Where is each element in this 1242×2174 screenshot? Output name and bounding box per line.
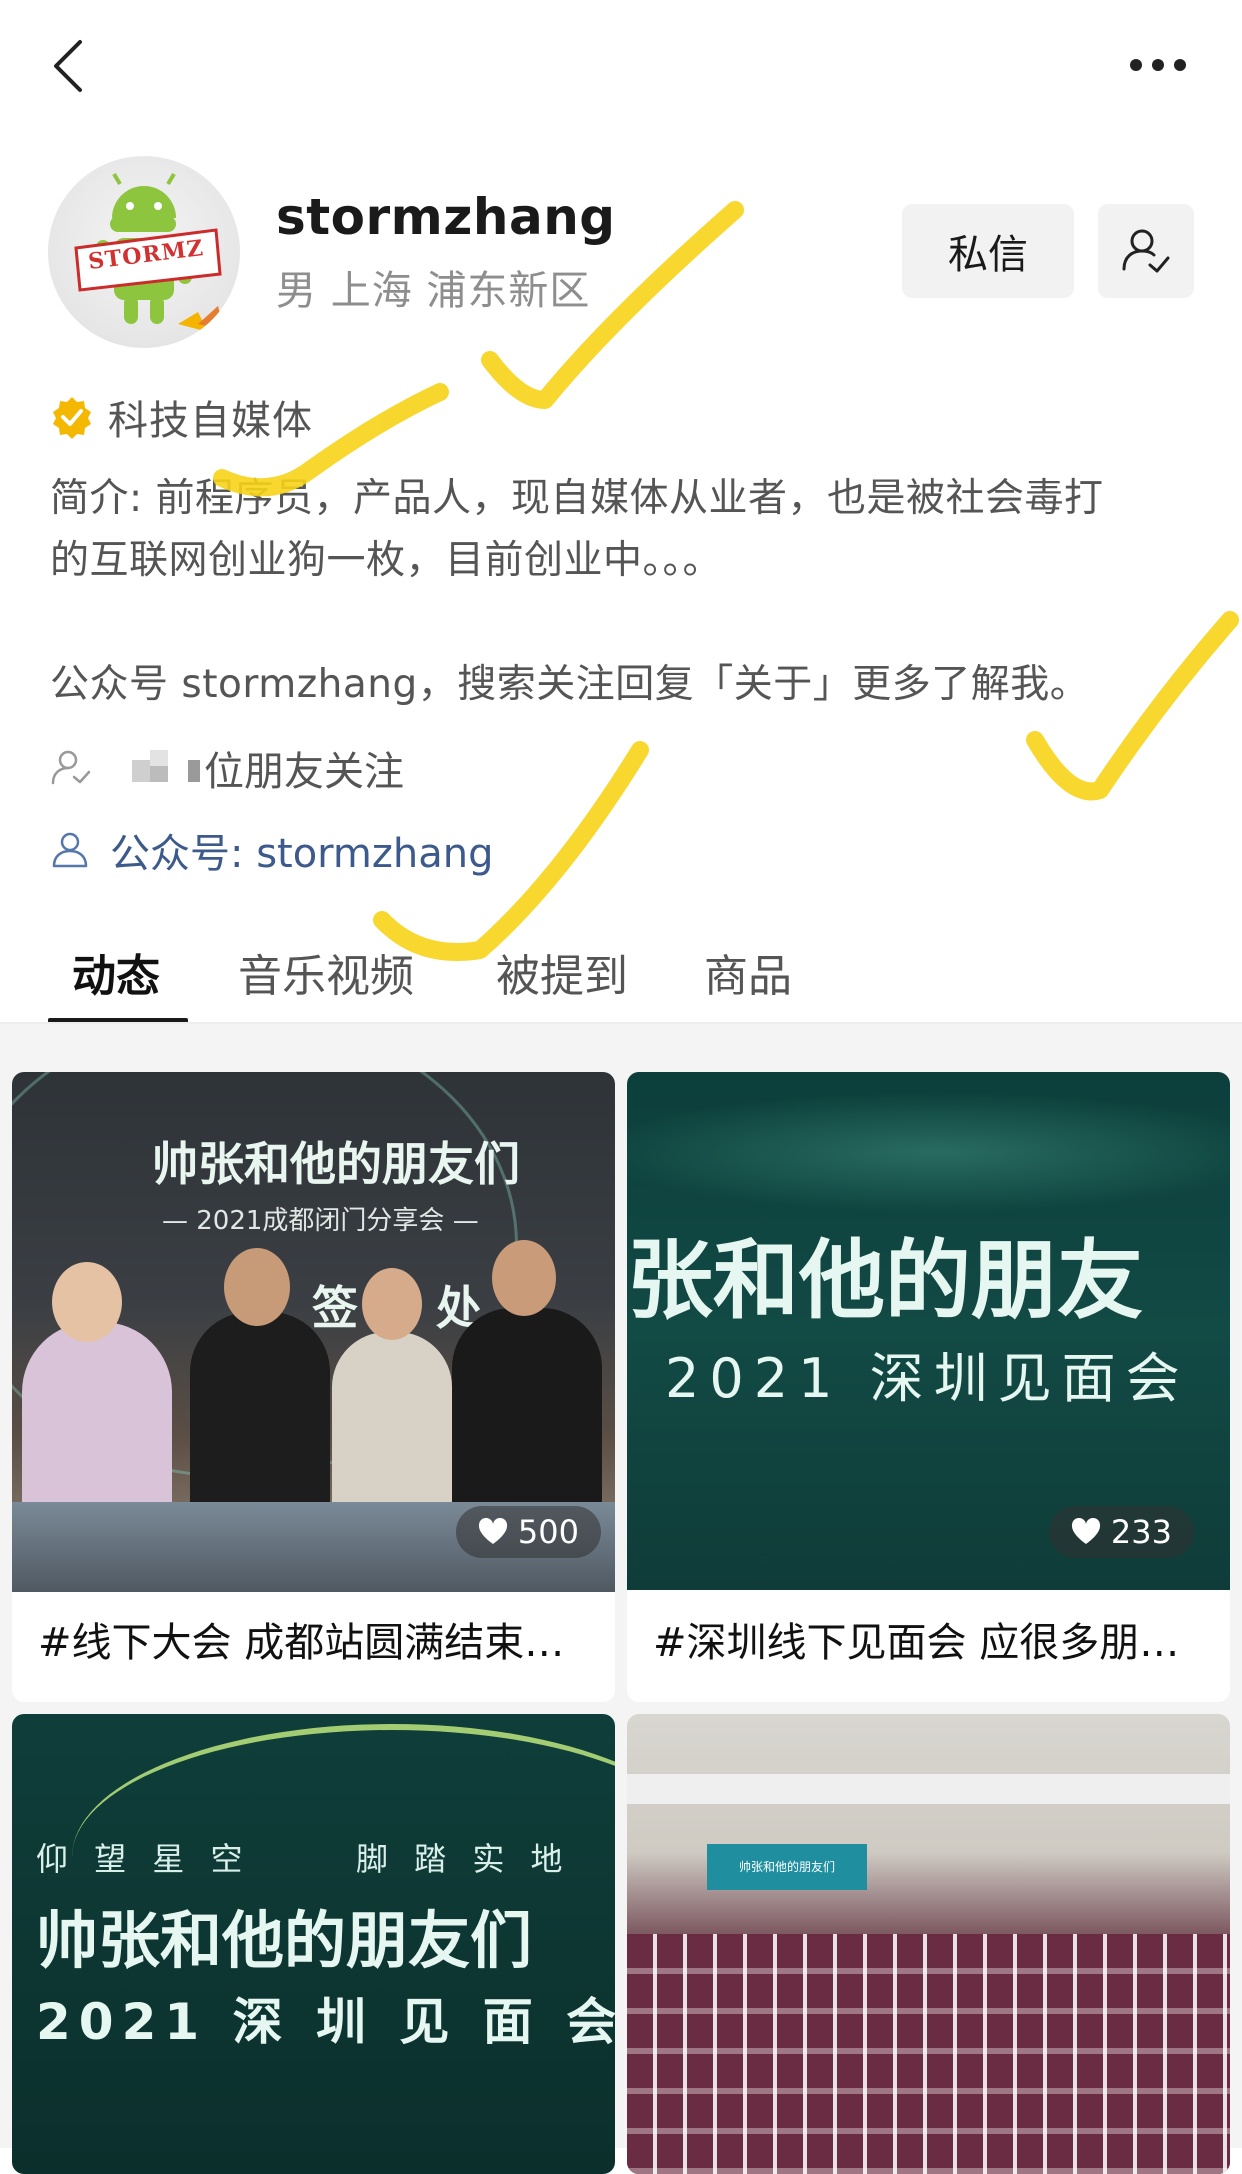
venue-screen: 帅张和他的朋友们 [707,1844,867,1890]
image-title: 帅张和他的朋友们 [36,1904,533,1977]
heart-icon [478,1518,507,1544]
profile-tabs: 动态 音乐视频 被提到 商品 [48,940,824,1024]
bio-line: 的互联网创业狗一枚，目前创业中。。。 [50,538,723,583]
image-title: 张和他的朋友 [627,1231,1143,1331]
post-card[interactable]: 仰 望 星 空 脚 踏 实 地 帅张和他的朋友们 2021 深 圳 见 面 会 [12,1714,615,2174]
tab-mentioned[interactable]: 被提到 [496,940,664,1024]
friends-following-row[interactable]: 位朋友关注 [50,740,404,796]
official-account-text: 公众号: stormzhang [110,831,494,877]
back-button[interactable] [44,34,100,96]
image-subtitle: 2021 深 圳 见 面 会 [36,1993,615,2051]
verification-row: 科技自媒体 [50,390,313,444]
post-card[interactable]: 帅张和他的朋友们 — 2021成都闭门分享会 — 签 到 处 500 #线下大会… [12,1072,615,1702]
bio-line: 简介: 前程序员，产品人，现自媒体从业者，也是被社会毒打 [50,476,1104,521]
post-caption: #线下大会 成都站圆满结束… [38,1620,565,1666]
post-image: 帅张和他的朋友们 — 2021成都闭门分享会 — 签 到 处 500 [12,1072,615,1592]
image-subtitle: — 2021成都闭门分享会 — [162,1206,479,1236]
like-count[interactable]: 233 [1048,1506,1194,1558]
avatar[interactable]: STORMZ [48,156,240,348]
post-image: 张和他的朋友 2021 深圳见面会 233 [627,1072,1230,1590]
tab-music-videos[interactable]: 音乐视频 [238,940,460,1024]
nickname: stormzhang [276,188,616,246]
tab-label: 音乐视频 [238,951,414,1002]
follow-user-icon [1122,229,1170,273]
post-image: 帅张和他的朋友们 [627,1714,1230,2174]
post-card[interactable]: 帅张和他的朋友们 [627,1714,1230,2174]
tab-label: 被提到 [496,951,628,1002]
blurred-count [132,750,204,786]
image-title: 帅张和他的朋友们 [152,1137,520,1191]
heart-icon [1071,1518,1100,1544]
friends-following-text: 位朋友关注 [204,749,404,795]
message-button[interactable]: 私信 [902,204,1074,298]
verify-label: 科技自媒体 [108,398,313,444]
back-arrow-icon [54,40,82,92]
bio: 简介: 前程序员，产品人，现自媒体从业者，也是被社会毒打 的互联网创业狗一枚，目… [50,468,1200,716]
tab-products[interactable]: 商品 [704,940,824,1024]
more-button[interactable] [1120,40,1200,90]
post-caption: #深圳线下见面会 应很多朋… [653,1620,1180,1666]
venue-screen-text: 帅张和他的朋友们 [738,1860,835,1874]
official-account-icon [52,832,88,868]
post-image: 仰 望 星 空 脚 踏 实 地 帅张和他的朋友们 2021 深 圳 见 面 会 [12,1714,615,2174]
tab-label: 动态 [72,951,160,1002]
more-dots-icon [1130,59,1186,71]
image-text-left: 仰 望 星 空 [36,1840,251,1878]
post-card[interactable]: 张和他的朋友 2021 深圳见面会 233 #深圳线下见面会 应很多朋… [627,1072,1230,1702]
verified-badge-icon [53,397,91,439]
tab-moments[interactable]: 动态 [48,940,188,1024]
official-account-link[interactable]: 公众号: stormzhang [50,822,494,878]
bio-line: 公众号 stormzhang，搜索关注回复「关于」更多了解我。 [50,662,1090,707]
like-count[interactable]: 500 [455,1506,601,1558]
friends-icon [51,750,91,785]
like-count-value: 233 [1110,1513,1172,1551]
location: 男 上海 浦东新区 [276,268,591,314]
like-count-value: 500 [517,1513,579,1551]
tab-label: 商品 [704,951,792,1002]
image-text-right: 脚 踏 实 地 [356,1840,571,1878]
follow-button[interactable] [1098,204,1194,298]
image-subtitle: 2021 深圳见面会 [665,1347,1190,1410]
